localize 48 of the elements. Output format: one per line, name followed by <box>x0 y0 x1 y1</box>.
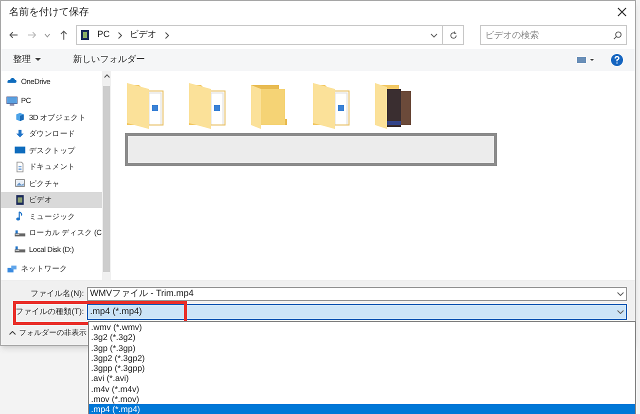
refresh-icon <box>448 30 458 40</box>
address-bar[interactable]: PC ビデオ <box>76 25 444 45</box>
chevron-right-icon[interactable] <box>164 32 169 38</box>
organize-menu-button[interactable]: 整理 <box>13 53 41 67</box>
back-arrow-icon[interactable] <box>9 30 19 40</box>
scroll-up-icon[interactable] <box>104 74 110 78</box>
close-icon[interactable] <box>617 7 627 17</box>
dropdown-option[interactable]: .avi (*.avi) <box>89 373 635 384</box>
film-icon <box>14 194 26 206</box>
picture-icon <box>14 177 26 190</box>
scrollbar[interactable] <box>102 71 111 280</box>
chevron-down-icon[interactable] <box>430 32 438 38</box>
dropdown-option[interactable]: .3gpp (*.3gpp) <box>89 363 635 374</box>
chevron-down-icon[interactable] <box>617 310 624 314</box>
file-type-label: ファイルの種類(T): <box>14 306 85 318</box>
view-options-icon[interactable] <box>577 56 595 64</box>
new-folder-button[interactable]: 新しいフォルダー <box>73 53 145 67</box>
search-icon <box>613 31 622 40</box>
dropdown-option[interactable]: .mov (*.mov) <box>89 394 635 404</box>
down-arrow-icon <box>14 128 26 140</box>
desktop-icon <box>14 144 26 156</box>
chevron-down-icon[interactable] <box>44 32 51 38</box>
monitor-icon <box>6 94 18 107</box>
chevron-right-icon[interactable] <box>118 32 122 38</box>
dropdown-option[interactable]: .wmv (*.wmv) <box>89 322 635 332</box>
file-type-dropdown[interactable]: .mp4 (*.mp4) <box>87 304 627 320</box>
dropdown-option[interactable]: .3gp2 (*.3gp2) <box>89 352 635 364</box>
file-name-field[interactable]: WMVファイル - Trim.mp4 <box>87 287 627 301</box>
search-field[interactable]: ビデオの検索 <box>480 25 627 45</box>
folder-icon[interactable] <box>373 81 413 131</box>
up-arrow-icon[interactable] <box>58 30 68 40</box>
document-icon <box>14 160 26 173</box>
network-icon <box>6 262 18 275</box>
chevron-up-icon <box>9 330 16 335</box>
help-icon[interactable] <box>611 54 623 66</box>
dropdown-option[interactable]: .mp4 (*.mp4) <box>89 404 635 414</box>
video-folder-icon <box>81 30 90 40</box>
dropdown-option[interactable]: .m4v (*.m4v) <box>89 384 635 394</box>
refresh-button[interactable] <box>443 25 464 45</box>
window-title: 名前を付けて保存 <box>9 6 89 20</box>
cube-icon <box>14 111 26 124</box>
breadcrumb-link[interactable]: PC <box>97 28 110 42</box>
file-name-label: ファイル名(N): <box>30 288 85 300</box>
chevron-down-icon[interactable] <box>617 292 624 296</box>
caret-icon <box>35 58 41 62</box>
dropdown-option[interactable]: .3g2 (*.3g2) <box>89 332 635 343</box>
breadcrumb-link[interactable]: ビデオ <box>130 28 157 42</box>
dropdown-option[interactable]: .3gp (*.3gp) <box>89 342 635 353</box>
